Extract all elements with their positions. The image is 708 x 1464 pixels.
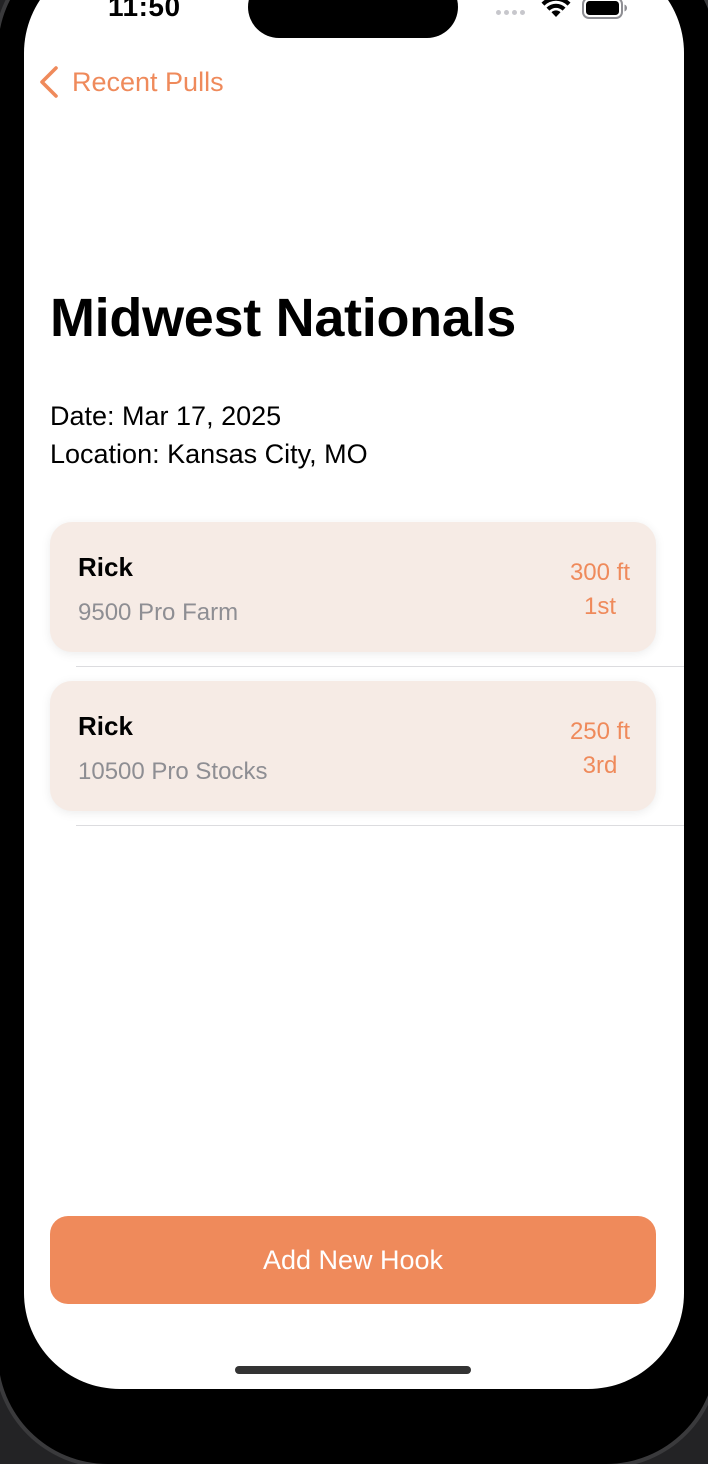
hook-distance: 300 ft (569, 559, 630, 586)
desktop-background: ch 11:50 Rece (0, 0, 708, 1464)
hook-place: 3rd (582, 752, 618, 779)
hook-puller-name: Rick (78, 711, 133, 741)
back-button-label: Recent Pulls (72, 66, 224, 97)
event-details: Date: Mar 17, 2025 Location: Kansas City… (50, 397, 368, 473)
page-title: Midwest Nationals (50, 288, 516, 348)
hooks-list: Rick 9500 Pro Farm 300 ft 1st Rick 10500… (50, 522, 684, 840)
cellular-signal-icon (496, 10, 525, 15)
hook-card[interactable]: Rick 10500 Pro Stocks 250 ft 3rd (50, 681, 656, 811)
hook-result: 250 ft 3rd (570, 715, 630, 783)
chevron-left-icon (40, 66, 58, 98)
list-divider (76, 666, 684, 667)
hook-class: 10500 Pro Stocks (78, 758, 268, 785)
list-divider (76, 825, 684, 826)
back-button[interactable]: Recent Pulls (36, 65, 224, 99)
event-date: Date: Mar 17, 2025 (50, 401, 282, 431)
hook-place: 1st (583, 593, 616, 620)
hook-class: 9500 Pro Farm (78, 599, 239, 626)
battery-icon (582, 0, 627, 19)
hook-distance: 250 ft (569, 718, 630, 745)
wifi-icon (541, 0, 571, 17)
hook-card[interactable]: Rick 9500 Pro Farm 300 ft 1st (50, 522, 656, 652)
hook-puller-name: Rick (78, 552, 133, 582)
add-new-hook-button[interactable]: Add New Hook (50, 1216, 656, 1304)
status-time: 11:50 (108, 0, 181, 22)
phone-frame: 11:50 Recent Pulls Midwest Nationals Dat… (0, 0, 708, 1464)
home-indicator (235, 1366, 471, 1374)
event-location: Location: Kansas City, MO (50, 439, 368, 469)
dynamic-island (248, 0, 458, 38)
app-screen: 11:50 Recent Pulls Midwest Nationals Dat… (24, 0, 684, 1389)
hook-result: 300 ft 1st (570, 556, 630, 624)
